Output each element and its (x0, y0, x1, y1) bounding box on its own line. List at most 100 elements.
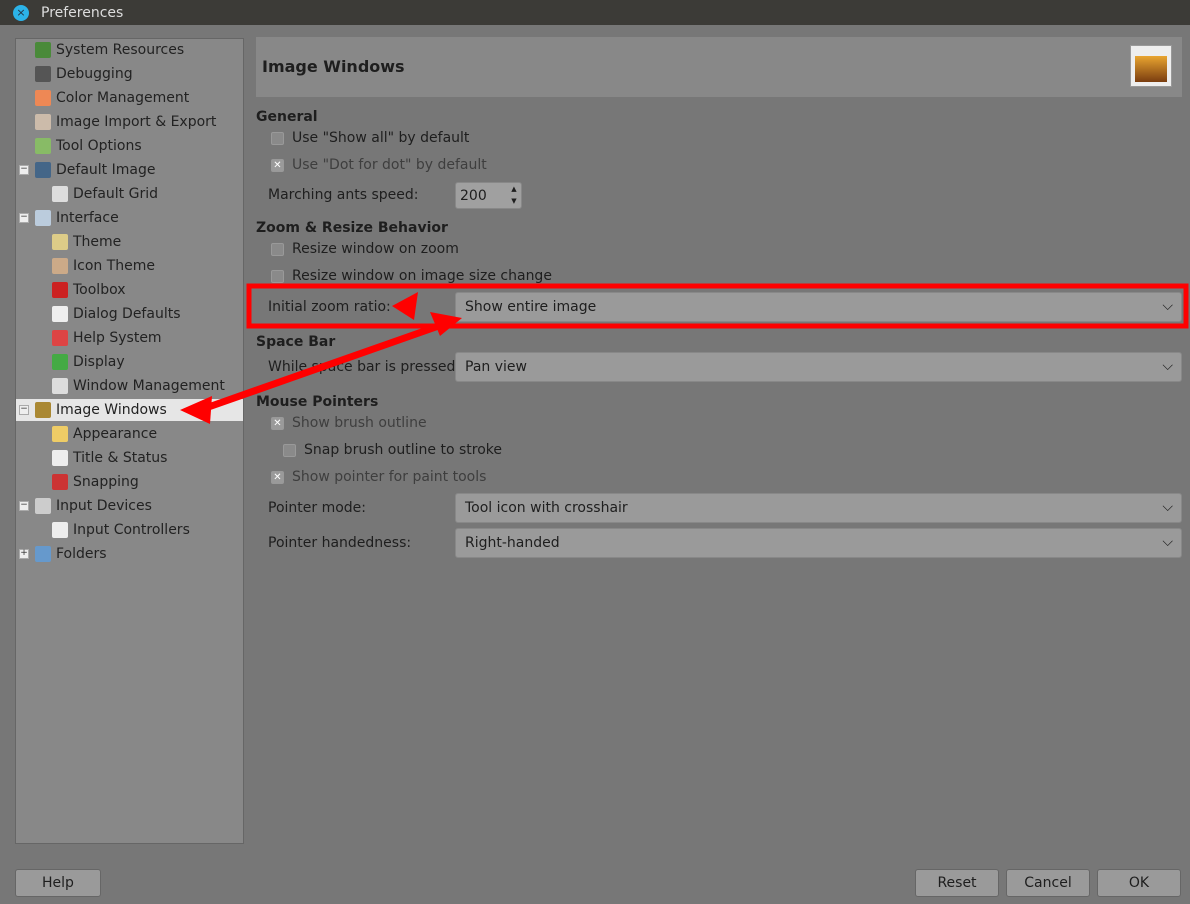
sidebar-item[interactable]: − Input Devices (19, 495, 152, 517)
sidebar-item[interactable]: Theme (52, 231, 121, 253)
sidebar-item[interactable]: + Folders (19, 543, 107, 565)
sidebar-item-label: Default Image (56, 162, 156, 178)
sidebar-item[interactable]: Help System (52, 327, 162, 349)
sidebar-item-label: System Resources (56, 42, 185, 58)
sidebar-item[interactable]: Default Grid (52, 183, 158, 205)
preferences-tree[interactable]: System Resources Debugging Color Managemen… (15, 38, 244, 844)
select-value: Right-handed (465, 535, 560, 551)
expander-icon[interactable]: + (19, 549, 29, 559)
sidebar-item[interactable]: Debugging (35, 63, 133, 85)
help-button[interactable]: Help (15, 869, 101, 897)
sidebar-item[interactable]: Input Controllers (52, 519, 190, 541)
pointer-mode-select[interactable]: Tool icon with crosshair ⌵ (455, 493, 1182, 523)
reset-button[interactable]: Reset (915, 869, 999, 897)
sidebar-item[interactable]: Display (52, 351, 125, 373)
checkbox-label: Show brush outline (292, 415, 427, 431)
sidebar-item-label: Input Devices (56, 498, 152, 514)
section-mouse-pointers: Mouse Pointers (256, 394, 379, 410)
chevron-down-icon: ⌵ (1162, 499, 1173, 515)
category-icon (52, 186, 68, 202)
zoom-ratio-select[interactable]: Show entire image ⌵ (455, 292, 1182, 322)
snap-outline-checkbox[interactable]: Snap brush outline to stroke (283, 442, 502, 458)
expander-icon[interactable]: − (19, 213, 29, 223)
resize-on-zoom-checkbox[interactable]: Resize window on zoom (271, 241, 459, 257)
category-icon (52, 330, 68, 346)
sidebar-item[interactable]: Icon Theme (52, 255, 155, 277)
sidebar-item-label: Color Management (56, 90, 190, 106)
sidebar-item-label: Help System (73, 330, 162, 346)
sidebar-item[interactable]: Color Management (35, 87, 189, 109)
window-title: Preferences (41, 4, 124, 21)
category-icon (52, 522, 68, 538)
category-icon (35, 162, 51, 178)
ok-button[interactable]: OK (1097, 869, 1181, 897)
category-icon (35, 42, 51, 58)
sidebar-item[interactable]: Dialog Defaults (52, 303, 181, 325)
ants-speed-spinner[interactable]: 200 ▲ ▼ (455, 182, 522, 209)
sidebar-item[interactable]: Appearance (52, 423, 157, 445)
sidebar-item[interactable]: − Default Image (19, 159, 156, 181)
sidebar-item-label: Tool Options (56, 138, 142, 154)
arrow-to-label (392, 292, 418, 320)
expander-icon[interactable]: − (19, 405, 29, 415)
dot-for-dot-checkbox[interactable]: ✕ Use "Dot for dot" by default (271, 157, 487, 173)
show-all-checkbox[interactable]: Use "Show all" by default (271, 130, 469, 146)
zoom-ratio-label: Initial zoom ratio: (268, 299, 391, 315)
sidebar-item[interactable]: Image Import & Export (35, 111, 216, 133)
space-bar-select[interactable]: Pan view ⌵ (455, 352, 1182, 382)
brush-outline-checkbox[interactable]: ✕ Show brush outline (271, 415, 427, 431)
sidebar-item-label: Dialog Defaults (73, 306, 181, 322)
select-value: Pan view (465, 359, 527, 375)
cancel-button[interactable]: Cancel (1006, 869, 1090, 897)
sidebar-item-label: Image Import & Export (56, 114, 217, 130)
sidebar-item[interactable]: − Interface (19, 207, 119, 229)
section-general: General (256, 109, 318, 125)
section-zoom: Zoom & Resize Behavior (256, 220, 448, 236)
sidebar-item[interactable]: Toolbox (52, 279, 126, 301)
close-icon[interactable]: × (13, 4, 29, 21)
pointer-paint-tools-checkbox[interactable]: ✕ Show pointer for paint tools (271, 469, 486, 485)
sidebar-item-label: Appearance (73, 426, 158, 442)
category-icon (52, 306, 68, 322)
category-icon (52, 354, 68, 370)
resize-on-size-change-checkbox[interactable]: Resize window on image size change (271, 268, 552, 284)
category-icon (52, 258, 68, 274)
sidebar-item[interactable]: Title & Status (52, 447, 167, 469)
image-windows-icon (1130, 45, 1172, 87)
category-icon (52, 234, 68, 250)
sidebar-item-label: Window Management (73, 378, 225, 394)
expander-icon[interactable]: − (19, 165, 29, 175)
expander-icon[interactable]: − (19, 501, 29, 511)
pointer-handedness-label: Pointer handedness: (268, 535, 412, 551)
page-header: Image Windows (256, 37, 1182, 97)
sidebar-item[interactable]: System Resources (35, 39, 184, 61)
checkbox-label: Show pointer for paint tools (292, 469, 487, 485)
chevron-down-icon: ⌵ (1162, 534, 1173, 550)
sidebar-item[interactable]: − Image Windows (16, 399, 243, 421)
spin-arrows-icon[interactable]: ▲ ▼ (507, 183, 521, 208)
pointer-handedness-select[interactable]: Right-handed ⌵ (455, 528, 1182, 558)
chevron-down-icon: ⌵ (1162, 358, 1173, 374)
category-icon (35, 90, 51, 106)
sidebar-item-label: Theme (73, 234, 122, 250)
select-value: Tool icon with crosshair (465, 500, 628, 516)
sidebar-item-label: Icon Theme (73, 258, 156, 274)
sidebar-item-label: Interface (56, 210, 119, 226)
category-icon (35, 210, 51, 226)
chevron-down-icon: ⌵ (1162, 298, 1173, 314)
sidebar-item-label: Default Grid (73, 186, 158, 202)
sidebar-item-label: Input Controllers (73, 522, 190, 538)
sidebar-item[interactable]: Tool Options (35, 135, 142, 157)
sidebar-item-label: Image Windows (56, 402, 167, 418)
sidebar-item-label: Snapping (73, 474, 139, 490)
ants-speed-label: Marching ants speed: (268, 187, 419, 203)
title-bar: × Preferences (0, 0, 1190, 25)
select-value: Show entire image (465, 299, 597, 315)
checkbox-label: Use "Show all" by default (292, 130, 470, 146)
category-icon (52, 450, 68, 466)
space-bar-label: While space bar is pressed: (268, 359, 461, 375)
sidebar-item[interactable]: Window Management (52, 375, 225, 397)
page-title: Image Windows (262, 57, 405, 76)
category-icon (52, 426, 68, 442)
sidebar-item[interactable]: Snapping (52, 471, 139, 493)
